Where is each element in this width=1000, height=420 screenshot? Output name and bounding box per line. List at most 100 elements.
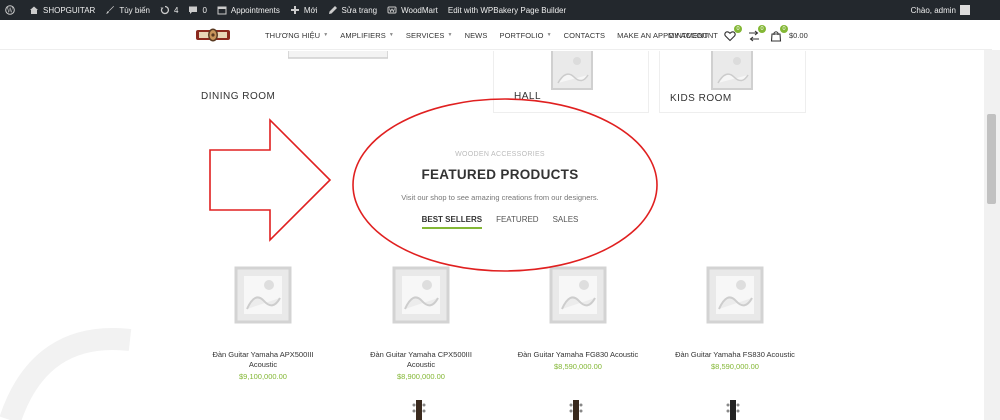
admin-woodmart[interactable]: WoodMart: [382, 0, 443, 20]
admin-account[interactable]: Chào, admin: [911, 5, 1000, 15]
admin-customize[interactable]: Tùy biến: [100, 0, 155, 20]
category-label: HALL: [514, 91, 542, 102]
my-account-link[interactable]: MY ACCOUNT: [668, 20, 718, 50]
brush-icon: [106, 6, 115, 14]
page-scrollbar[interactable]: [984, 50, 1000, 420]
site-header: THƯƠNG HIỆU ▼ AMPLIFIERS ▼ SERVICES ▼ NEWS …: [0, 20, 992, 50]
product-name-line2[interactable]: Acoustic: [346, 360, 496, 370]
wordpress-icon: W: [5, 5, 15, 15]
updates-icon: [160, 5, 170, 15]
nav-label: THƯƠNG HIỆU: [265, 30, 321, 40]
admin-greeting: Chào, admin: [910, 5, 956, 15]
nav-item-amplifiers[interactable]: AMPLIFIERS ▼: [340, 31, 394, 40]
cart-total[interactable]: $0.00: [789, 20, 808, 50]
compare-button[interactable]: 0: [748, 25, 766, 42]
nav-item-news[interactable]: NEWS: [465, 31, 488, 40]
chevron-down-icon: ▼: [447, 32, 453, 38]
screenshot-root: W SHOPGUITAR Tùy biến 4 0 Appointments M…: [0, 0, 1000, 420]
admin-appointments-label: Appointments: [230, 5, 280, 15]
admin-woodmart-label: WoodMart: [401, 5, 438, 15]
admin-new-label: Mới: [303, 5, 318, 15]
chevron-down-icon: ▼: [323, 32, 329, 38]
product-image-placeholder[interactable]: [548, 265, 608, 325]
admin-edit-page[interactable]: Sửa trang: [323, 0, 383, 20]
decorative-background-arc: [0, 328, 132, 420]
wp-admin-bar: W SHOPGUITAR Tùy biến 4 0 Appointments M…: [0, 0, 1000, 20]
category-image: [288, 51, 388, 59]
product-name-line2[interactable]: Acoustic: [188, 360, 338, 370]
section-title: FEATURED PRODUCTS: [421, 167, 579, 182]
nav-label: AMPLIFIERS: [340, 30, 386, 40]
nav-item-brands[interactable]: THƯƠNG HIỆU ▼: [265, 31, 328, 40]
admin-comments[interactable]: 0: [183, 0, 211, 20]
compare-count-badge: 0: [758, 25, 766, 33]
nav-item-services[interactable]: SERVICES ▼: [406, 31, 453, 40]
my-account-label: MY ACCOUNT: [668, 30, 718, 40]
placeholder-image-icon: [551, 51, 593, 90]
admin-new[interactable]: Mới: [285, 0, 323, 20]
nav-label: PORTFOLIO: [499, 30, 544, 40]
main-navigation: THƯƠNG HIỆU ▼ AMPLIFIERS ▼ SERVICES ▼ NEWS …: [265, 20, 720, 50]
cart-count-badge: 0: [780, 25, 788, 33]
admin-wpbakery-label: Edit with WPBakery Page Builder: [447, 5, 567, 15]
product-name[interactable]: Đàn Guitar Yamaha FS830 Acoustic: [660, 350, 810, 360]
product-image-placeholder[interactable]: [391, 265, 451, 325]
category-label: KIDS ROOM: [670, 93, 732, 104]
annotation-arrow: [209, 118, 332, 242]
product-name[interactable]: Đàn Guitar Yamaha FG830 Acoustic: [503, 350, 653, 360]
category-card-kids-room[interactable]: KIDS ROOM: [659, 51, 806, 113]
wishlist-button[interactable]: 0: [724, 25, 742, 42]
product-price: $8,590,000.00: [711, 362, 759, 371]
nav-label: SERVICES: [405, 30, 445, 40]
guitar-headstock-image[interactable]: [412, 400, 426, 420]
section-description: Visit our shop to see amazing creations …: [401, 193, 599, 202]
calendar-icon: [217, 6, 227, 15]
product-card: Đàn Guitar Yamaha APX500III Acoustic $9,…: [188, 350, 338, 381]
nav-item-portfolio[interactable]: PORTFOLIO ▼: [499, 31, 551, 40]
pencil-icon: [328, 6, 337, 14]
admin-appointments[interactable]: Appointments: [212, 0, 285, 20]
category-card-dining-room[interactable]: DINING ROOM: [196, 51, 484, 113]
woodmart-icon: [387, 6, 397, 14]
product-image-placeholder[interactable]: [705, 265, 765, 325]
tab-featured[interactable]: FEATURED: [496, 215, 539, 229]
product-card: Đàn Guitar Yamaha FG830 Acoustic $8,590,…: [503, 350, 653, 371]
svg-text:W: W: [7, 7, 14, 14]
admin-wpbakery[interactable]: Edit with WPBakery Page Builder: [443, 0, 571, 20]
admin-edit-page-label: Sửa trang: [341, 5, 378, 15]
placeholder-image-icon: [711, 51, 753, 90]
category-card-hall[interactable]: HALL: [493, 51, 649, 113]
admin-comments-count: 0: [202, 5, 207, 15]
product-name[interactable]: Đàn Guitar Yamaha CPX500III: [346, 350, 496, 360]
wordpress-logo[interactable]: W: [0, 0, 24, 20]
comment-icon: [189, 6, 198, 14]
guitar-headstock-image[interactable]: [726, 400, 740, 420]
nav-label: NEWS: [464, 30, 488, 40]
product-price: $9,100,000.00: [239, 372, 287, 381]
tab-sales[interactable]: SALES: [553, 215, 579, 229]
nav-item-contacts[interactable]: CONTACTS: [564, 31, 606, 40]
nav-label: CONTACTS: [563, 30, 606, 40]
category-label: DINING ROOM: [201, 91, 276, 102]
guitar-headstock-image[interactable]: [569, 400, 583, 420]
annotation-ellipse: [352, 98, 658, 272]
tab-best-sellers[interactable]: BEST SELLERS: [421, 215, 483, 229]
avatar: [960, 5, 970, 15]
plus-icon: [290, 6, 299, 14]
cart-total-label: $0.00: [789, 30, 808, 40]
admin-customize-label: Tùy biến: [119, 5, 150, 15]
product-name[interactable]: Đàn Guitar Yamaha APX500III: [188, 350, 338, 360]
admin-updates-count: 4: [174, 5, 179, 15]
wishlist-count-badge: 0: [734, 25, 742, 33]
admin-site-name[interactable]: SHOPGUITAR: [24, 0, 100, 20]
product-price: $8,900,000.00: [397, 372, 445, 381]
product-card: Đàn Guitar Yamaha CPX500III Acoustic $8,…: [346, 350, 496, 381]
scrollbar-thumb[interactable]: [987, 114, 996, 204]
cart-button[interactable]: 0: [770, 25, 788, 42]
product-image-placeholder[interactable]: [233, 265, 293, 325]
chevron-down-icon: ▼: [388, 32, 394, 38]
site-logo[interactable]: [196, 27, 230, 43]
product-price: $8,590,000.00: [554, 362, 602, 371]
admin-updates[interactable]: 4: [155, 0, 183, 20]
chevron-down-icon: ▼: [546, 32, 552, 38]
